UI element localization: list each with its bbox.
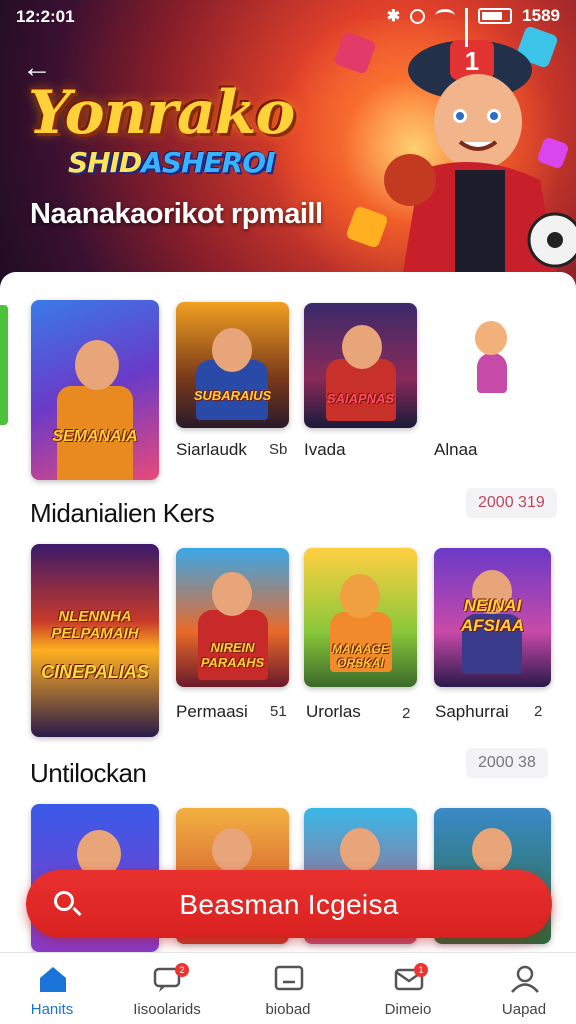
game-card-logo: MAIAAGE ORSKAI — [332, 642, 389, 670]
search-button[interactable]: Beasman Icgeisa — [26, 870, 552, 938]
hero-tagline: Naanakaorikot rpmaill — [30, 198, 323, 230]
alarm-icon — [410, 8, 426, 24]
bluetooth-icon: ✱ — [386, 8, 401, 25]
game-title: Permaasi — [176, 702, 248, 721]
tv-icon — [274, 965, 304, 991]
search-button-label: Beasman Icgeisa — [179, 889, 399, 920]
status-time: 12:2:01 — [16, 7, 75, 26]
game-card[interactable]: MAIAAGE ORSKAI — [304, 548, 417, 687]
wifi-icon — [435, 9, 456, 23]
battery-level: 1589 — [522, 6, 560, 25]
battery-icon — [478, 8, 513, 24]
nav-item-label: Iisoolarids — [133, 1001, 201, 1018]
section-pill[interactable]: 2000 319 — [466, 488, 557, 518]
signal-icon — [465, 8, 469, 47]
game-card[interactable]: NIREIN PARAAHS — [176, 548, 289, 687]
hero-subtitle-part1: SHID — [68, 146, 142, 179]
game-title: Alnaa — [434, 440, 478, 459]
game-card[interactable]: NEINAI AFSIAA — [434, 548, 551, 687]
game-title: Ivada — [304, 440, 346, 459]
game-card-logo: NEINAI AFSIAA — [460, 596, 525, 635]
nav-item-label: Uapad — [501, 1001, 547, 1018]
game-card[interactable]: SAIAPNAS — [304, 303, 417, 428]
game-card-logo: CINEPALIAS — [41, 662, 149, 682]
bottom-nav: Hanits 2 Iisoolarids biobad 1 Dimeio Uap… — [0, 952, 576, 1024]
hero-banner: 1 12:2:01 ✱ 1589 ← Yonrako SHIDASHEROI N… — [0, 0, 576, 290]
nav-item-profile[interactable]: Uapad — [474, 953, 574, 1024]
hero-subtitle-part2: ASHEROI — [141, 146, 275, 179]
notification-badge: 1 — [414, 963, 428, 977]
profile-icon — [511, 965, 539, 993]
game-card-logo: NIREIN PARAAHS — [200, 640, 265, 670]
status-icons: ✱ 1589 — [386, 6, 560, 47]
section-pill[interactable]: 2000 38 — [466, 748, 548, 778]
nav-item-mail[interactable]: 1 Dimeio — [358, 953, 458, 1024]
game-count: Sb — [269, 441, 288, 458]
game-card-logo: NLENNHA PELPAMAIH — [51, 608, 139, 642]
game-count: 2 — [534, 703, 543, 720]
hero-title: Yonrako — [28, 78, 295, 148]
notification-badge: 2 — [175, 963, 189, 977]
nav-item-label: Dimeio — [384, 1001, 432, 1018]
game-count: 2 — [402, 705, 411, 722]
game-card-logo: SUBARAIUS — [193, 388, 272, 403]
game-count: 51 — [270, 703, 287, 720]
game-title: Siarlaudk — [176, 440, 247, 459]
hero-character-illustration: 1 — [384, 40, 576, 290]
hero-subtitle: SHIDASHEROI — [68, 146, 275, 179]
side-accent-bar — [0, 305, 8, 425]
nav-item-label: biobad — [265, 1001, 311, 1018]
nav-item-home[interactable]: Hanits — [2, 953, 102, 1024]
game-card-logo: SAIAPNAS — [326, 391, 395, 406]
game-card-logo: SEMANAIA — [52, 428, 138, 445]
game-title: Saphurrai — [435, 702, 509, 721]
nav-item-label: Hanits — [30, 1001, 74, 1018]
svg-text:1: 1 — [465, 46, 479, 76]
game-card[interactable]: SUBARAIUS — [176, 302, 289, 428]
home-icon — [40, 967, 66, 992]
section-title: Midanialien Kers — [30, 498, 215, 528]
nav-item-tv[interactable]: biobad — [238, 953, 338, 1024]
status-bar: 12:2:01 ✱ 1589 — [0, 0, 576, 47]
game-card[interactable] — [433, 303, 551, 428]
section-title: Untilockan — [30, 758, 147, 788]
game-title: Urorlas — [306, 702, 361, 721]
nav-item-chat[interactable]: 2 Iisoolarids — [117, 953, 217, 1024]
game-card[interactable]: SEMANAIA — [31, 300, 159, 480]
game-card[interactable]: NLENNHA PELPAMAIH CINEPALIAS — [31, 544, 159, 737]
